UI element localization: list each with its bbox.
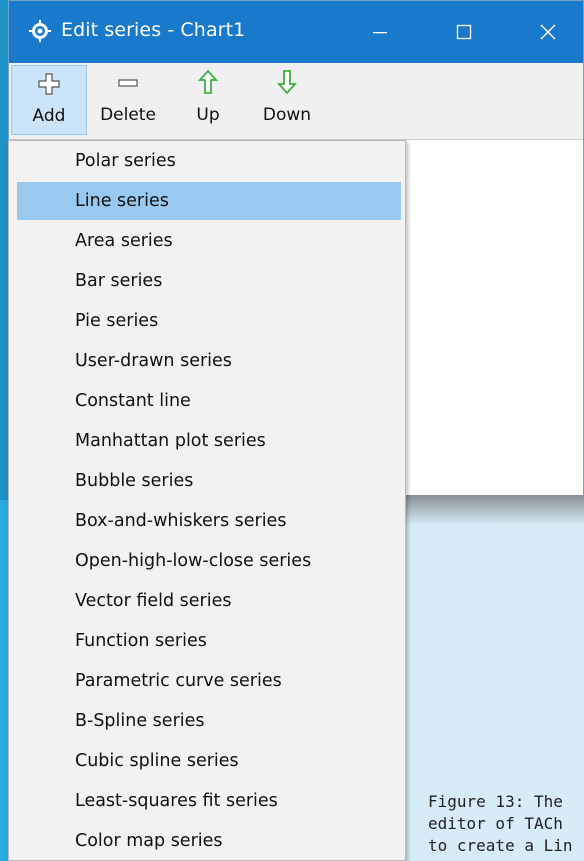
menu-item-parametric-curve-series[interactable]: Parametric curve series (17, 662, 401, 700)
minimize-button[interactable] (349, 1, 411, 63)
menu-item-line-series[interactable]: Line series (17, 182, 401, 220)
delete-label: Delete (100, 105, 156, 125)
menu-item-bar-series[interactable]: Bar series (17, 262, 401, 300)
maximize-icon (456, 24, 472, 40)
menu-item-function-series[interactable]: Function series (17, 622, 401, 660)
down-button[interactable]: Down (253, 65, 321, 135)
menu-item-constant-line[interactable]: Constant line (17, 382, 401, 420)
add-label: Add (32, 106, 66, 126)
caption-line-2: editor of TACh (428, 814, 563, 833)
background-strip-dark (0, 0, 8, 500)
menu-item-b-spline-series[interactable]: B-Spline series (17, 702, 401, 740)
menu-item-cubic-spline-series[interactable]: Cubic spline series (17, 742, 401, 780)
caption-line-1: Figure 13: The (428, 792, 563, 811)
menu-item-polar-series[interactable]: Polar series (17, 142, 401, 180)
down-label: Down (262, 105, 312, 125)
menu-item-vector-field-series[interactable]: Vector field series (17, 582, 401, 620)
toolbar: Add Delete Up Down (9, 63, 583, 140)
window-shadow (405, 495, 584, 525)
arrow-up-icon (197, 69, 219, 99)
up-label: Up (196, 105, 220, 125)
plus-icon (37, 72, 61, 100)
minus-icon (116, 71, 140, 99)
title-bar[interactable]: Edit series - Chart1 (9, 1, 583, 63)
close-button[interactable] (517, 1, 579, 63)
menu-item-bubble-series[interactable]: Bubble series (17, 462, 401, 500)
menu-item-pie-series[interactable]: Pie series (17, 302, 401, 340)
arrow-down-icon (276, 69, 298, 99)
menu-item-ohlc-series[interactable]: Open-high-low-close series (17, 542, 401, 580)
close-icon (539, 23, 557, 41)
menu-item-least-squares-fit-series[interactable]: Least-squares fit series (17, 782, 401, 820)
caption-line-3: to create a Lin (428, 836, 573, 855)
add-button[interactable]: Add (11, 65, 87, 135)
menu-item-color-map-series[interactable]: Color map series (17, 822, 401, 860)
minimize-icon (372, 24, 388, 40)
menu-item-user-drawn-series[interactable]: User-drawn series (17, 342, 401, 380)
up-button[interactable]: Up (183, 65, 233, 135)
add-series-dropdown: Polar series Line series Area series Bar… (8, 140, 406, 861)
figure-caption: Figure 13: The editor of TACh to create … (428, 791, 584, 857)
tachart-editor-icon (29, 20, 51, 42)
window-title: Edit series - Chart1 (61, 19, 246, 41)
maximize-button[interactable] (433, 1, 495, 63)
delete-button[interactable]: Delete (91, 65, 165, 135)
menu-item-area-series[interactable]: Area series (17, 222, 401, 260)
menu-item-box-and-whiskers-series[interactable]: Box-and-whiskers series (17, 502, 401, 540)
menu-item-manhattan-plot-series[interactable]: Manhattan plot series (17, 422, 401, 460)
